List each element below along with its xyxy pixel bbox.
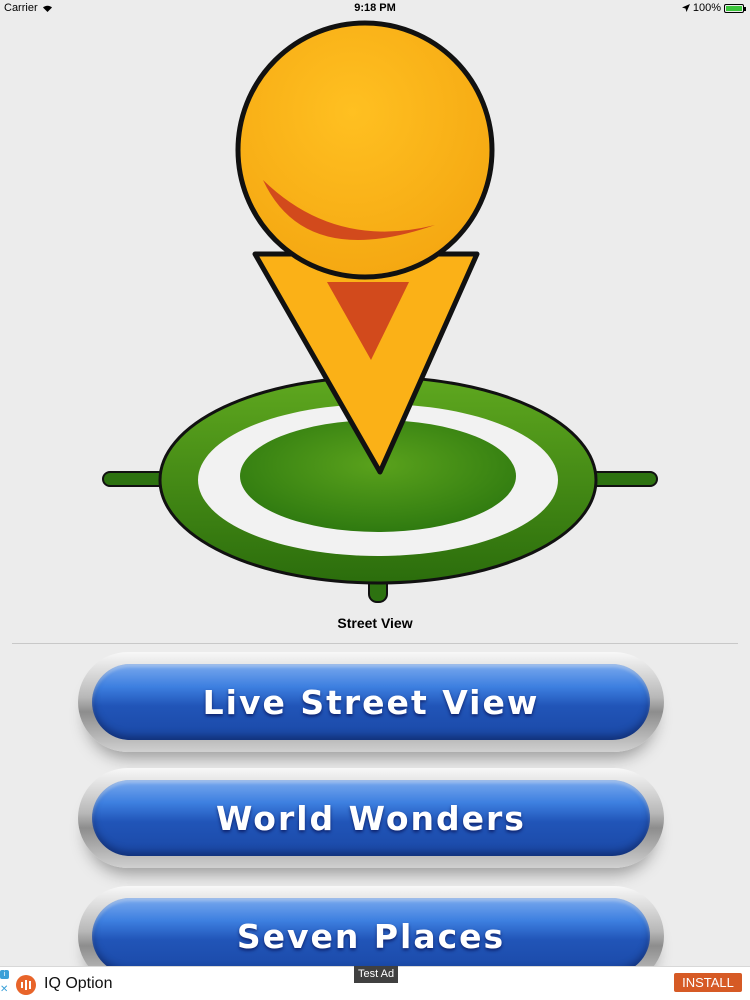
ad-choices[interactable]: i ✕ <box>0 970 10 995</box>
page-subtitle: Street View <box>337 615 413 631</box>
button-label: Live Street View <box>202 682 540 722</box>
button-face: Live Street View <box>92 664 650 740</box>
ad-close-icon[interactable]: ✕ <box>0 985 10 995</box>
button-face: World Wonders <box>92 780 650 856</box>
button-label: World Wonders <box>216 798 526 838</box>
install-button[interactable]: INSTALL <box>674 973 742 992</box>
ad-app-name[interactable]: IQ Option <box>44 975 112 993</box>
status-bar: Carrier 9:18 PM 100% <box>0 0 750 16</box>
status-time: 9:18 PM <box>354 2 396 14</box>
test-ad-badge: Test Ad <box>354 966 399 983</box>
crosshair-right <box>586 471 658 487</box>
battery-percent: 100% <box>692 2 721 14</box>
world-wonders-button[interactable]: World Wonders <box>78 768 664 868</box>
battery-fill <box>726 5 742 11</box>
divider <box>12 643 738 644</box>
location-arrow-icon <box>681 4 690 12</box>
battery-icon <box>724 3 746 13</box>
button-face: Seven Places <box>92 898 650 974</box>
map-pin-target-icon <box>102 20 658 603</box>
ad-app-logo <box>16 975 36 995</box>
ad-info-icon[interactable]: i <box>0 970 9 979</box>
live-street-view-button[interactable]: Live Street View <box>78 652 664 752</box>
button-label: Seven Places <box>236 916 506 956</box>
status-right: 100% <box>681 2 746 14</box>
